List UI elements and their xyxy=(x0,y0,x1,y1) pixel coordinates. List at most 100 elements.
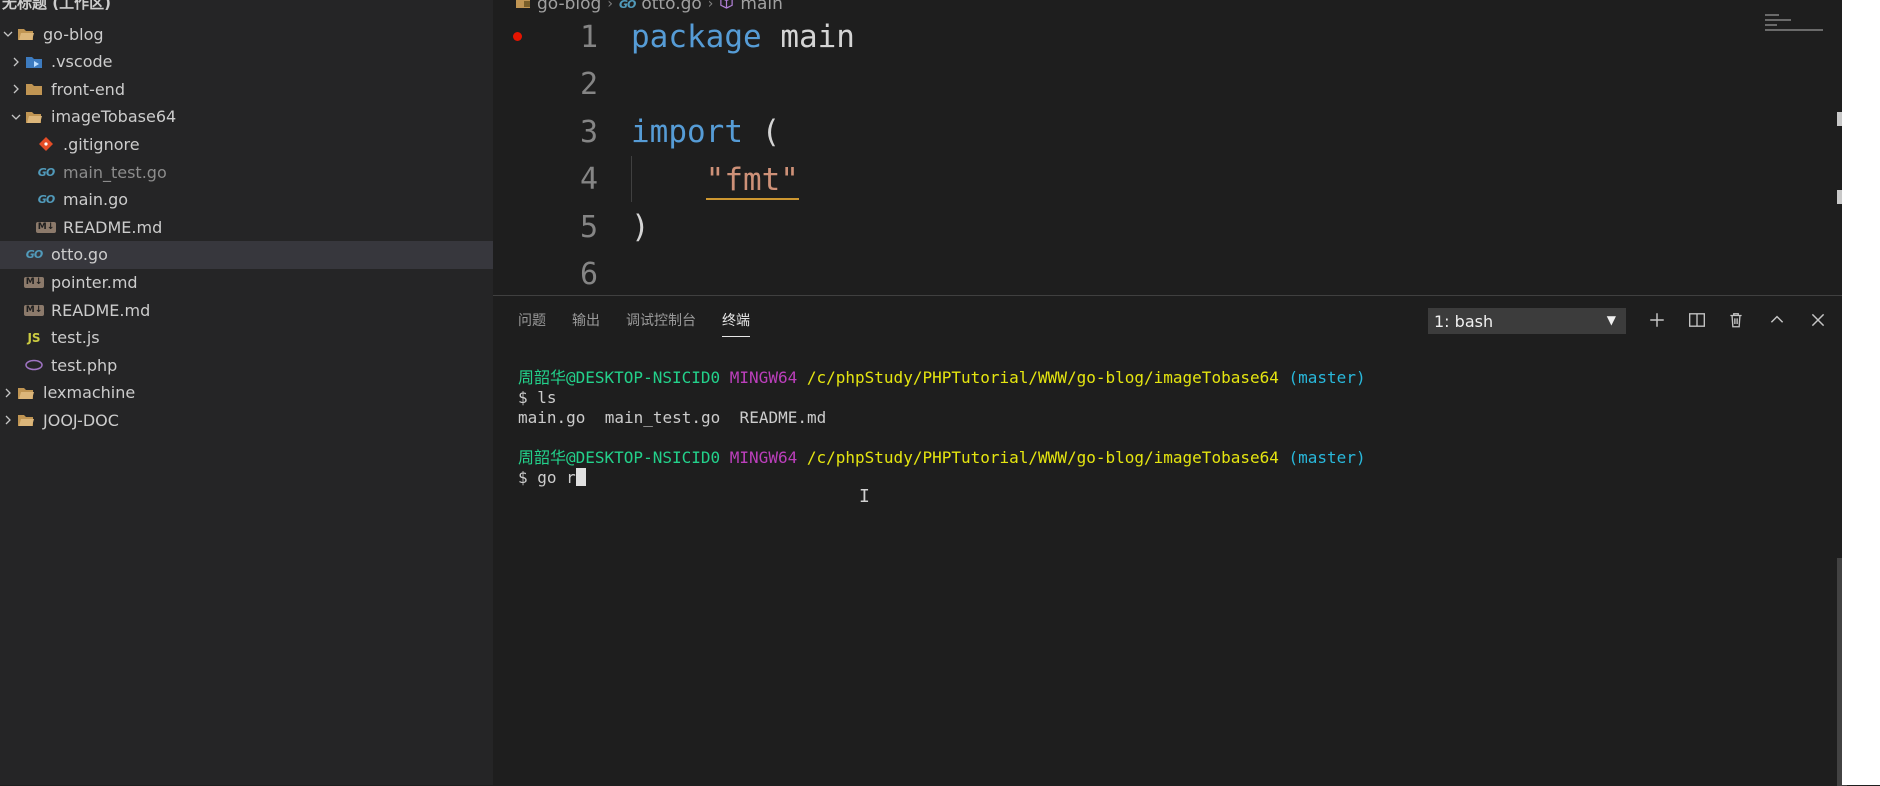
new-terminal-button[interactable] xyxy=(1645,308,1669,332)
prompt-user: 周韶华@DESKTOP-NSICID0 xyxy=(518,448,721,467)
package-icon xyxy=(719,0,734,14)
tree-item-label: README.md xyxy=(51,300,151,320)
chevron-right-icon[interactable] xyxy=(0,412,16,428)
prompt-path: /c/phpStudy/PHPTutorial/WWW/go-blog/imag… xyxy=(806,448,1279,467)
code-text: import ( xyxy=(631,114,780,150)
chevron-right-icon[interactable] xyxy=(8,54,24,70)
code-text: "fmt" xyxy=(631,161,799,200)
line-number: 1 xyxy=(579,19,598,55)
command-line: $ ls xyxy=(518,388,557,407)
workspace-title: 无标题 (工作区) xyxy=(2,0,111,12)
prompt-branch: (master) xyxy=(1288,448,1366,467)
code-token: "fmt" xyxy=(705,161,799,200)
line-number: 5 xyxy=(579,209,598,245)
tree-item-label: go-blog xyxy=(43,24,104,44)
tab-terminal[interactable]: 终端 xyxy=(722,310,750,337)
line-number: 3 xyxy=(579,114,598,150)
split-terminal-button[interactable] xyxy=(1685,308,1709,332)
breadcrumb-symbol[interactable]: main xyxy=(740,0,782,14)
code-line[interactable]: 6 xyxy=(493,252,1880,298)
line-number: 6 xyxy=(579,257,598,292)
tree-item[interactable]: JOOJ-DOC xyxy=(0,406,493,434)
tree-item[interactable]: JS test.js xyxy=(0,324,493,352)
tree-item[interactable]: test.php xyxy=(0,351,493,379)
command-output: main.go main_test.go README.md xyxy=(518,408,827,427)
tree-item-label: test.php xyxy=(51,355,118,375)
code-token: ( xyxy=(742,114,781,150)
tree-item[interactable]: .gitignore xyxy=(0,130,493,158)
bottom-panel: 问题 输出 调试控制台 终端 1: bash ▼ 周韶华@DESKTOP-NSI… xyxy=(493,295,1880,786)
chevron-right-icon: › xyxy=(707,0,714,12)
tree-item-label: pointer.md xyxy=(51,272,138,292)
terminal-cursor xyxy=(575,468,586,486)
chevron-right-icon[interactable] xyxy=(0,385,16,401)
tree-item-label: imageTobase64 xyxy=(51,107,177,127)
tree-item-label: main_test.go xyxy=(63,162,167,182)
line-number: 2 xyxy=(579,67,598,102)
chevron-down-icon[interactable] xyxy=(0,26,16,42)
breadcrumb-folder[interactable]: go-blog xyxy=(537,0,601,14)
tree-item[interactable]: .vscode xyxy=(0,48,493,76)
tree-item[interactable]: M↓ README.md xyxy=(0,213,493,241)
breadcrumb-file[interactable]: otto.go xyxy=(641,0,701,14)
tree-item[interactable]: lexmachine xyxy=(0,379,493,407)
markdown-icon: M↓ xyxy=(35,221,57,233)
code-line[interactable]: 4 "fmt" xyxy=(493,157,1880,203)
caret-down-icon: ▼ xyxy=(1606,313,1616,327)
tree-item[interactable]: GO main.go xyxy=(0,186,493,214)
code-line[interactable]: 2 xyxy=(493,62,1880,108)
tree-item[interactable]: M↓ pointer.md xyxy=(0,268,493,296)
markdown-icon: M↓ xyxy=(23,304,45,316)
code-token: ) xyxy=(631,209,650,245)
js-file-icon: JS xyxy=(27,330,41,345)
chevron-right-icon: › xyxy=(607,0,613,12)
tab-output[interactable]: 输出 xyxy=(572,310,600,337)
prompt-branch: (master) xyxy=(1288,368,1366,387)
folder-open-icon xyxy=(16,384,36,402)
tree-item[interactable]: M↓ README.md xyxy=(0,296,493,324)
prompt-user: 周韶华@DESKTOP-NSICID0 xyxy=(518,368,721,387)
tab-problems[interactable]: 问题 xyxy=(518,310,546,337)
chevron-down-icon[interactable] xyxy=(8,109,24,125)
tab-debug-console[interactable]: 调试控制台 xyxy=(626,310,696,337)
code-token: import xyxy=(631,114,743,150)
go-file-icon: GO xyxy=(37,193,55,207)
chevron-up-icon xyxy=(1770,315,1784,323)
tree-item[interactable]: GO main_test.go xyxy=(0,158,493,186)
go-file-icon: GO xyxy=(618,0,636,11)
breadcrumb: go-blog › GO otto.go › main xyxy=(515,0,783,14)
tree-item[interactable]: front-end xyxy=(0,75,493,103)
tree-item-label: main.go xyxy=(63,190,129,210)
code-line[interactable]: 5) xyxy=(493,204,1880,250)
tree-item[interactable]: GO otto.go xyxy=(0,240,493,269)
tree-item-label: .gitignore xyxy=(63,134,140,154)
minimap[interactable] xyxy=(1765,14,1825,44)
folder-icon xyxy=(24,80,44,98)
code-line[interactable]: 3 import ( xyxy=(493,109,1880,155)
close-panel-button[interactable] xyxy=(1806,308,1830,332)
panel-tabs: 问题 输出 调试控制台 终端 xyxy=(518,310,750,337)
prompt-line: 周韶华@DESKTOP-NSICID0 MINGW64 /c/phpStudy/… xyxy=(518,448,1366,467)
terminal-select[interactable]: 1: bash ▼ xyxy=(1428,308,1626,334)
kill-terminal-button[interactable] xyxy=(1724,308,1748,332)
tree-item[interactable]: imageTobase64 xyxy=(0,103,493,131)
tree-item-label: otto.go xyxy=(51,245,108,265)
prompt-env: MINGW64 xyxy=(729,368,798,387)
code-editor[interactable]: go-blog › GO otto.go › main 1 package mai… xyxy=(493,0,1880,295)
folder-icon xyxy=(515,0,531,14)
terminal-select-value: 1: bash xyxy=(1434,311,1494,331)
code-line[interactable]: 1 package main xyxy=(493,14,1880,60)
terminal-output[interactable]: 周韶华@DESKTOP-NSICID0 MINGW64 /c/phpStudy/… xyxy=(518,368,1838,488)
close-icon xyxy=(1811,313,1825,327)
code-token: package xyxy=(631,19,762,55)
current-command[interactable]: $ go r xyxy=(518,468,576,487)
chevron-right-icon[interactable] xyxy=(8,81,24,97)
line-number: 4 xyxy=(579,162,598,197)
maximize-panel-button[interactable] xyxy=(1765,308,1789,332)
tree-item[interactable]: go-blog xyxy=(0,20,493,48)
vscode-folder-icon xyxy=(24,53,44,71)
